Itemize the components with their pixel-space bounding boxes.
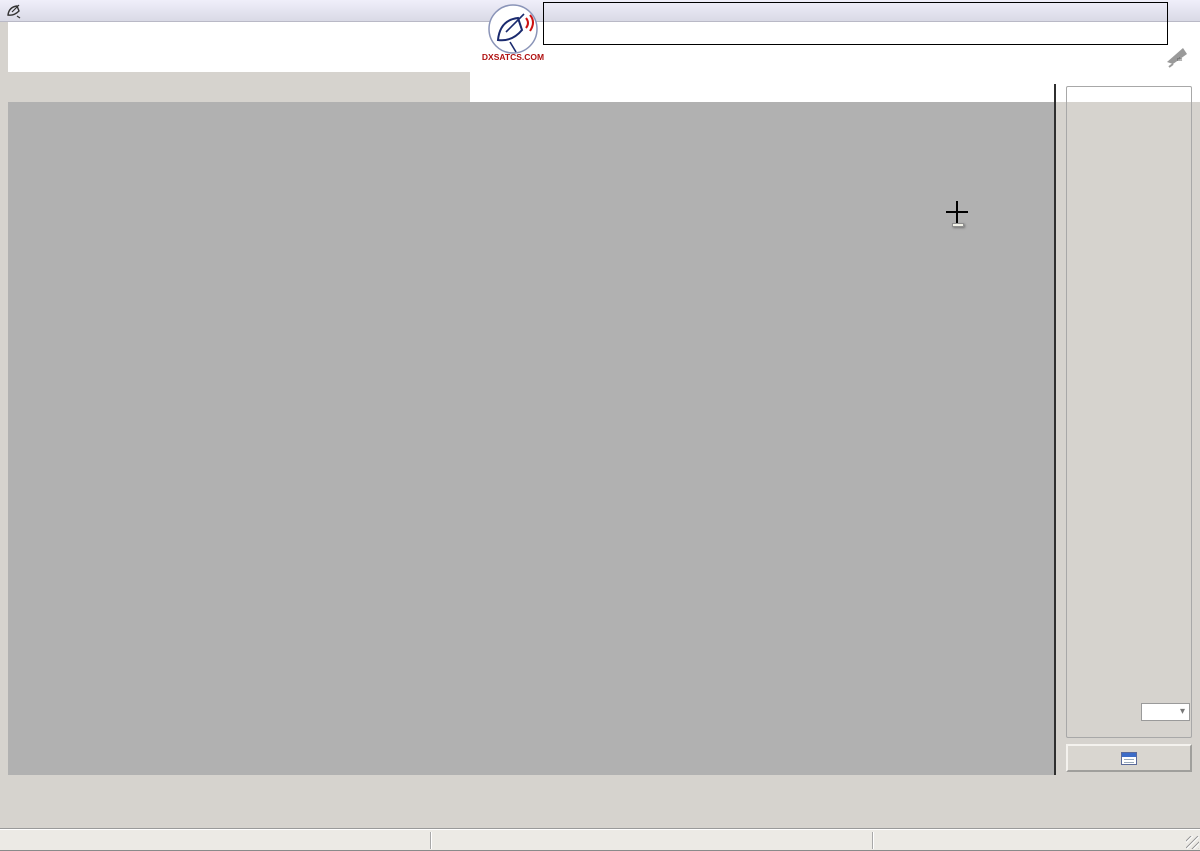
status-lock-uptime: [0, 830, 430, 851]
panel-splitter[interactable]: [1054, 84, 1056, 775]
chart-widget: [8, 102, 1056, 775]
app-dish-icon: [6, 3, 22, 19]
dxsatcs-logo: DXSATCS.COM: [480, 2, 548, 64]
tray-dish-icon: dx: [1163, 40, 1191, 68]
transponder-panel: ▾: [1064, 78, 1194, 775]
chart-tooltip: [952, 223, 964, 227]
signal-analyzer-window: { "window": { "title": "Signal Analyzer"…: [0, 0, 1200, 850]
window-list-icon: [1121, 752, 1137, 765]
status-bar: [0, 829, 1200, 850]
status-best-signal: [873, 830, 1190, 851]
svg-text:dx: dx: [1177, 57, 1183, 63]
transponder-groupbox: [1066, 86, 1192, 738]
mis-dropdown[interactable]: ▾: [1141, 703, 1190, 721]
world-clocks: [543, 2, 1168, 45]
resize-grip[interactable]: [1186, 836, 1199, 849]
status-sync-counters: [431, 830, 871, 851]
signal-chart: [8, 102, 1056, 775]
tab-shelf: [0, 72, 470, 102]
logo-text: DXSATCS.COM: [482, 52, 544, 62]
chevron-down-icon: ▾: [1180, 706, 1185, 717]
mis-row: ▾: [1076, 703, 1190, 721]
transponder-detail-button[interactable]: [1066, 744, 1192, 772]
